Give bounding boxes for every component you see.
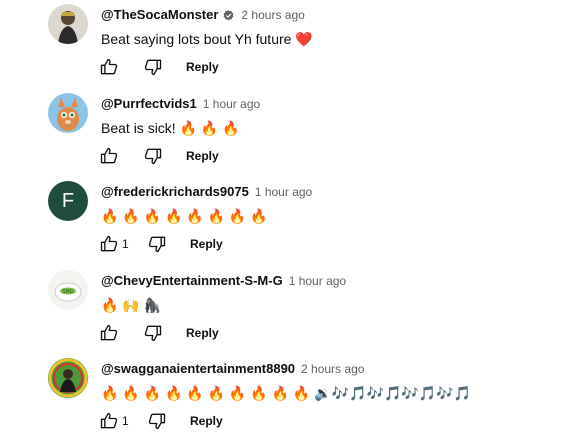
comment-text: 🔥 🙌 🦍: [101, 297, 162, 313]
comment-text: 🔥 🔥 🔥 🔥 🔥 🔥 🔥 🔥: [101, 208, 268, 224]
avatar[interactable]: [48, 93, 88, 133]
dislike-button[interactable]: [142, 322, 164, 344]
reply-button[interactable]: Reply: [186, 326, 219, 340]
comment-author[interactable]: @Purrfectvids1: [101, 95, 197, 113]
like-button[interactable]: [98, 410, 120, 432]
comment-header: @frederickrichards9075 1 hour ago: [101, 183, 312, 201]
avatar-letter: F: [61, 189, 75, 212]
comment-actions: 1 Reply: [98, 409, 223, 433]
comment-text: Beat is sick! 🔥 🔥 🔥: [101, 120, 240, 136]
comment-text: Beat saying lots bout Yh future ❤️: [101, 31, 313, 47]
comment-author[interactable]: @swagganaientertainment8890: [101, 360, 295, 378]
comment-timestamp[interactable]: 1 hour ago: [203, 95, 260, 113]
comment-item: F @frederickrichards9075 1 hour ago 🔥 🔥 …: [0, 177, 588, 265]
reply-button[interactable]: Reply: [186, 149, 219, 163]
comment-timestamp[interactable]: 2 hours ago: [241, 6, 304, 24]
comment-author[interactable]: @frederickrichards9075: [101, 183, 249, 201]
comment-header: @ChevyEntertainment-S-M-G 1 hour ago: [101, 272, 346, 290]
comment-timestamp[interactable]: 1 hour ago: [255, 183, 312, 201]
thumbs-down-icon: [148, 236, 166, 253]
comment-item: @Purrfectvids1 1 hour ago Beat is sick! …: [0, 89, 588, 177]
thumbs-up-icon: [100, 324, 118, 341]
like-button[interactable]: [98, 56, 120, 78]
comment-author[interactable]: @ChevyEntertainment-S-M-G: [101, 272, 283, 290]
avatar[interactable]: [48, 4, 88, 44]
avatar[interactable]: F: [48, 181, 88, 221]
thumbs-down-icon: [144, 325, 162, 342]
comment-timestamp[interactable]: 1 hour ago: [289, 272, 346, 290]
dislike-button[interactable]: [142, 145, 164, 167]
comment-item: @swagganaientertainment8890 2 hours ago …: [0, 354, 588, 436]
thumbs-up-icon: [100, 235, 118, 252]
like-button[interactable]: [98, 322, 120, 344]
comment-author[interactable]: @TheSocaMonster: [101, 6, 218, 24]
avatar-image-icon: SMG: [48, 270, 88, 310]
avatar-image-icon: [48, 358, 88, 398]
like-count: 1: [122, 237, 129, 251]
comment-header: @swagganaientertainment8890 2 hours ago: [101, 360, 364, 378]
comment-item: SMG @ChevyEntertainment-S-M-G 1 hour ago…: [0, 266, 588, 354]
avatar[interactable]: [48, 358, 88, 398]
comment-text: 🔥 🔥 🔥 🔥 🔥 🔥 🔥 🔥 🔥 🔥 🔉🎶🎵🎶🎵🎶🎵🎶🎵: [101, 385, 472, 401]
comment-header: @TheSocaMonster 2 hours ago: [101, 6, 305, 24]
like-count: 1: [122, 414, 129, 428]
avatar-image-icon: [48, 4, 88, 44]
like-button[interactable]: [98, 145, 120, 167]
dislike-button[interactable]: [142, 56, 164, 78]
verified-badge-icon: [222, 9, 235, 22]
comment-item: @TheSocaMonster 2 hours ago Beat saying …: [0, 0, 588, 88]
thumbs-down-icon: [144, 59, 162, 76]
svg-text:SMG: SMG: [62, 289, 73, 295]
thumbs-down-icon: [148, 413, 166, 430]
thumbs-down-icon: [144, 148, 162, 165]
comment-timestamp[interactable]: 2 hours ago: [301, 360, 364, 378]
comment-header: @Purrfectvids1 1 hour ago: [101, 95, 260, 113]
thumbs-up-icon: [100, 147, 118, 164]
like-button[interactable]: [98, 233, 120, 255]
reply-button[interactable]: Reply: [190, 414, 223, 428]
comment-actions: Reply: [98, 321, 219, 345]
comment-actions: Reply: [98, 55, 219, 79]
dislike-button[interactable]: [146, 233, 168, 255]
avatar-image-icon: [48, 93, 88, 133]
comment-actions: Reply: [98, 144, 219, 168]
reply-button[interactable]: Reply: [186, 60, 219, 74]
avatar[interactable]: SMG: [48, 270, 88, 310]
reply-button[interactable]: Reply: [190, 237, 223, 251]
dislike-button[interactable]: [146, 410, 168, 432]
comments-section: @TheSocaMonster 2 hours ago Beat saying …: [0, 0, 588, 436]
thumbs-up-icon: [100, 412, 118, 429]
comment-actions: 1 Reply: [98, 232, 223, 256]
thumbs-up-icon: [100, 58, 118, 75]
